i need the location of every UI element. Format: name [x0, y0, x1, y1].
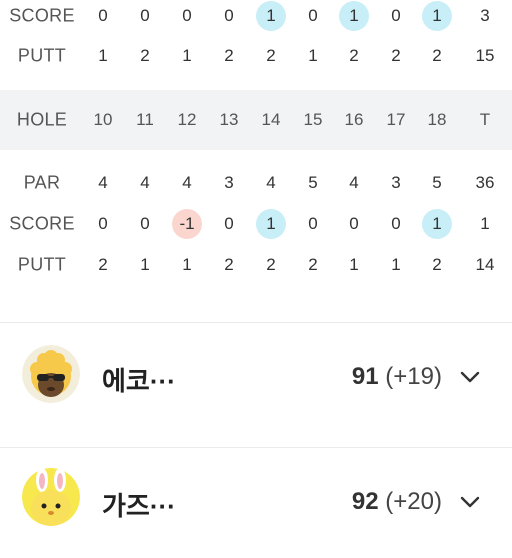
- player-name: 가즈···: [102, 491, 176, 521]
- back-putt-cell: 2: [266, 255, 276, 274]
- hole-label: HOLE: [16, 109, 68, 130]
- hole-number: 14: [261, 110, 281, 129]
- back-score-cell: 1: [254, 208, 288, 240]
- hole-number: 17: [386, 110, 406, 129]
- chevron-down-icon[interactable]: [456, 363, 484, 391]
- front-putt-label: PUTT: [17, 45, 67, 66]
- back-score-row: SCORE 0 0 -1 0 1 0 0 0 1 1: [0, 206, 512, 242]
- front-putt-cell: 2: [224, 46, 234, 65]
- front-putt-cell: 2: [349, 46, 359, 65]
- back-putt-cell: 1: [391, 255, 401, 274]
- front-score-cell: 0: [98, 6, 108, 25]
- player-total: 92: [351, 488, 379, 515]
- hole-number: 15: [303, 110, 323, 129]
- back-putt-label: PUTT: [17, 254, 67, 275]
- back-putt-total: 14: [475, 255, 495, 274]
- hole-number: 12: [177, 110, 197, 129]
- player-total: 91: [351, 363, 379, 390]
- front-score-cell: 1: [337, 0, 371, 32]
- back-putt-cell: 2: [308, 255, 318, 274]
- back-par-row: PAR 4 4 4 3 4 5 4 3 5 36: [0, 165, 512, 201]
- par-cell: 5: [432, 173, 442, 192]
- front-putt-row: PUTT 1 2 1 2 2 1 2 2 2 15: [0, 38, 512, 74]
- back-putt-cell: 1: [182, 255, 192, 274]
- hole-number: 18: [427, 110, 447, 129]
- player-diff: (+19): [385, 363, 442, 390]
- front-putt-cell: 1: [308, 46, 318, 65]
- back-score-cell: 0: [308, 214, 318, 233]
- par-cell: 4: [182, 173, 192, 192]
- par-cell: 3: [391, 173, 401, 192]
- hole-number: 10: [93, 110, 113, 129]
- front-putt-cell: 2: [391, 46, 401, 65]
- front-score-cell: 0: [182, 6, 192, 25]
- front-putt-cell: 2: [432, 46, 442, 65]
- back-putt-cell: 2: [98, 255, 108, 274]
- front-putt-cell: 1: [98, 46, 108, 65]
- front-score-cell: 1: [420, 0, 454, 32]
- player-score: 91 (+19): [352, 363, 442, 391]
- back-score-cell: -1: [170, 208, 204, 240]
- front-putt-cell: 1: [182, 46, 192, 65]
- front-score-row: SCORE 0 0 0 0 1 0 1 0 1 3: [0, 0, 512, 34]
- bunny-character-icon: [22, 468, 80, 526]
- front-score-cell: 0: [308, 6, 318, 25]
- hole-total-label: T: [479, 110, 491, 129]
- hole-number: 16: [344, 110, 364, 129]
- back-score-cell: 0: [349, 214, 359, 233]
- front-score-label: SCORE: [9, 5, 75, 26]
- par-total: 36: [475, 173, 495, 192]
- front-putt-cell: 2: [266, 46, 276, 65]
- par-cell: 4: [266, 173, 276, 192]
- back-hole-header-row: HOLE 10 11 12 13 14 15 16 17 18 T: [0, 90, 512, 150]
- par-label: PAR: [23, 172, 61, 193]
- front-score-cell: 0: [224, 6, 234, 25]
- front-score-total: 3: [480, 6, 490, 25]
- back-score-cell: 1: [420, 208, 454, 240]
- player-diff: (+20): [385, 488, 442, 515]
- front-putt-total: 15: [475, 46, 495, 65]
- hole-number: 11: [136, 110, 154, 129]
- par-cell: 5: [308, 173, 318, 192]
- back-putt-row: PUTT 2 1 1 2 2 2 1 1 2 14: [0, 247, 512, 283]
- par-cell: 4: [98, 173, 108, 192]
- front-putt-cell: 2: [140, 46, 150, 65]
- par-cell: 3: [224, 173, 234, 192]
- player-row[interactable]: 가즈··· 92 (+20): [0, 448, 512, 558]
- sunglasses-character-icon: [22, 345, 80, 403]
- back-putt-cell: 2: [432, 255, 442, 274]
- back-putt-cell: 1: [140, 255, 150, 274]
- front-score-cell: 0: [140, 6, 150, 25]
- back-score-label: SCORE: [9, 213, 75, 234]
- front-score-cell: 0: [391, 6, 401, 25]
- player-name: 에코···: [102, 366, 176, 396]
- par-cell: 4: [140, 173, 150, 192]
- back-score-cell: 0: [140, 214, 150, 233]
- back-putt-cell: 1: [349, 255, 359, 274]
- back-score-cell: 0: [224, 214, 234, 233]
- back-putt-cell: 2: [224, 255, 234, 274]
- player-row[interactable]: 에코··· 91 (+19): [0, 323, 512, 433]
- par-cell: 4: [349, 173, 359, 192]
- back-score-cell: 0: [98, 214, 108, 233]
- front-score-cell: 1: [254, 0, 288, 32]
- hole-number: 13: [219, 110, 239, 129]
- back-score-cell: 0: [391, 214, 401, 233]
- back-score-total: 1: [480, 214, 490, 233]
